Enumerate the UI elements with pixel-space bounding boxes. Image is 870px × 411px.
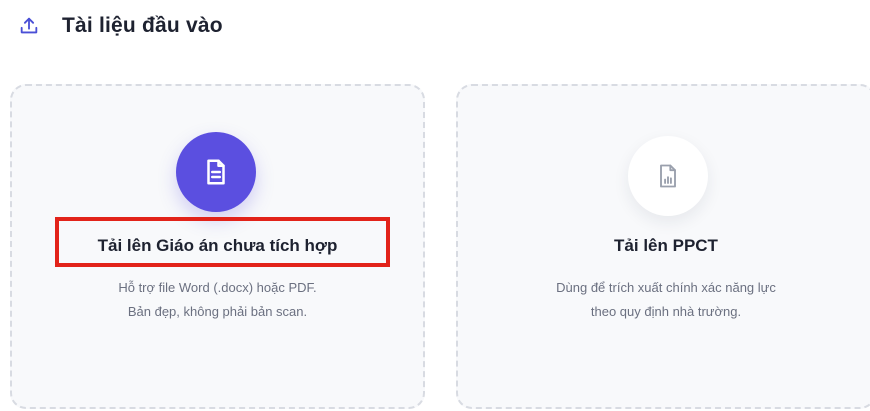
card-description-line: Dùng để trích xuất chính xác năng lực (556, 280, 776, 295)
upload-ppct-card[interactable]: Tải lên PPCT Dùng để trích xuất chính xá… (456, 84, 870, 409)
card-title: Tải lên Giáo án chưa tích hợp (97, 236, 338, 255)
card-description: Dùng để trích xuất chính xác năng lực th… (458, 276, 870, 324)
upload-icon (18, 15, 40, 37)
upload-lesson-plan-card[interactable]: Tải lên Giáo án chưa tích hợp Hỗ trợ fil… (10, 84, 425, 409)
chart-document-icon (628, 136, 708, 216)
section-header: Tài liệu đầu vào (18, 14, 223, 38)
card-description: Hỗ trợ file Word (.docx) hoặc PDF. Bản đ… (12, 276, 423, 324)
document-icon (176, 132, 256, 212)
card-title: Tải lên PPCT (614, 236, 718, 255)
card-description-line: theo quy định nhà trường. (590, 304, 742, 319)
card-description-line: Hỗ trợ file Word (.docx) hoặc PDF. (118, 280, 317, 295)
card-description-line: Bản đẹp, không phải bản scan. (127, 304, 308, 319)
section-title: Tài liệu đầu vào (62, 14, 223, 37)
